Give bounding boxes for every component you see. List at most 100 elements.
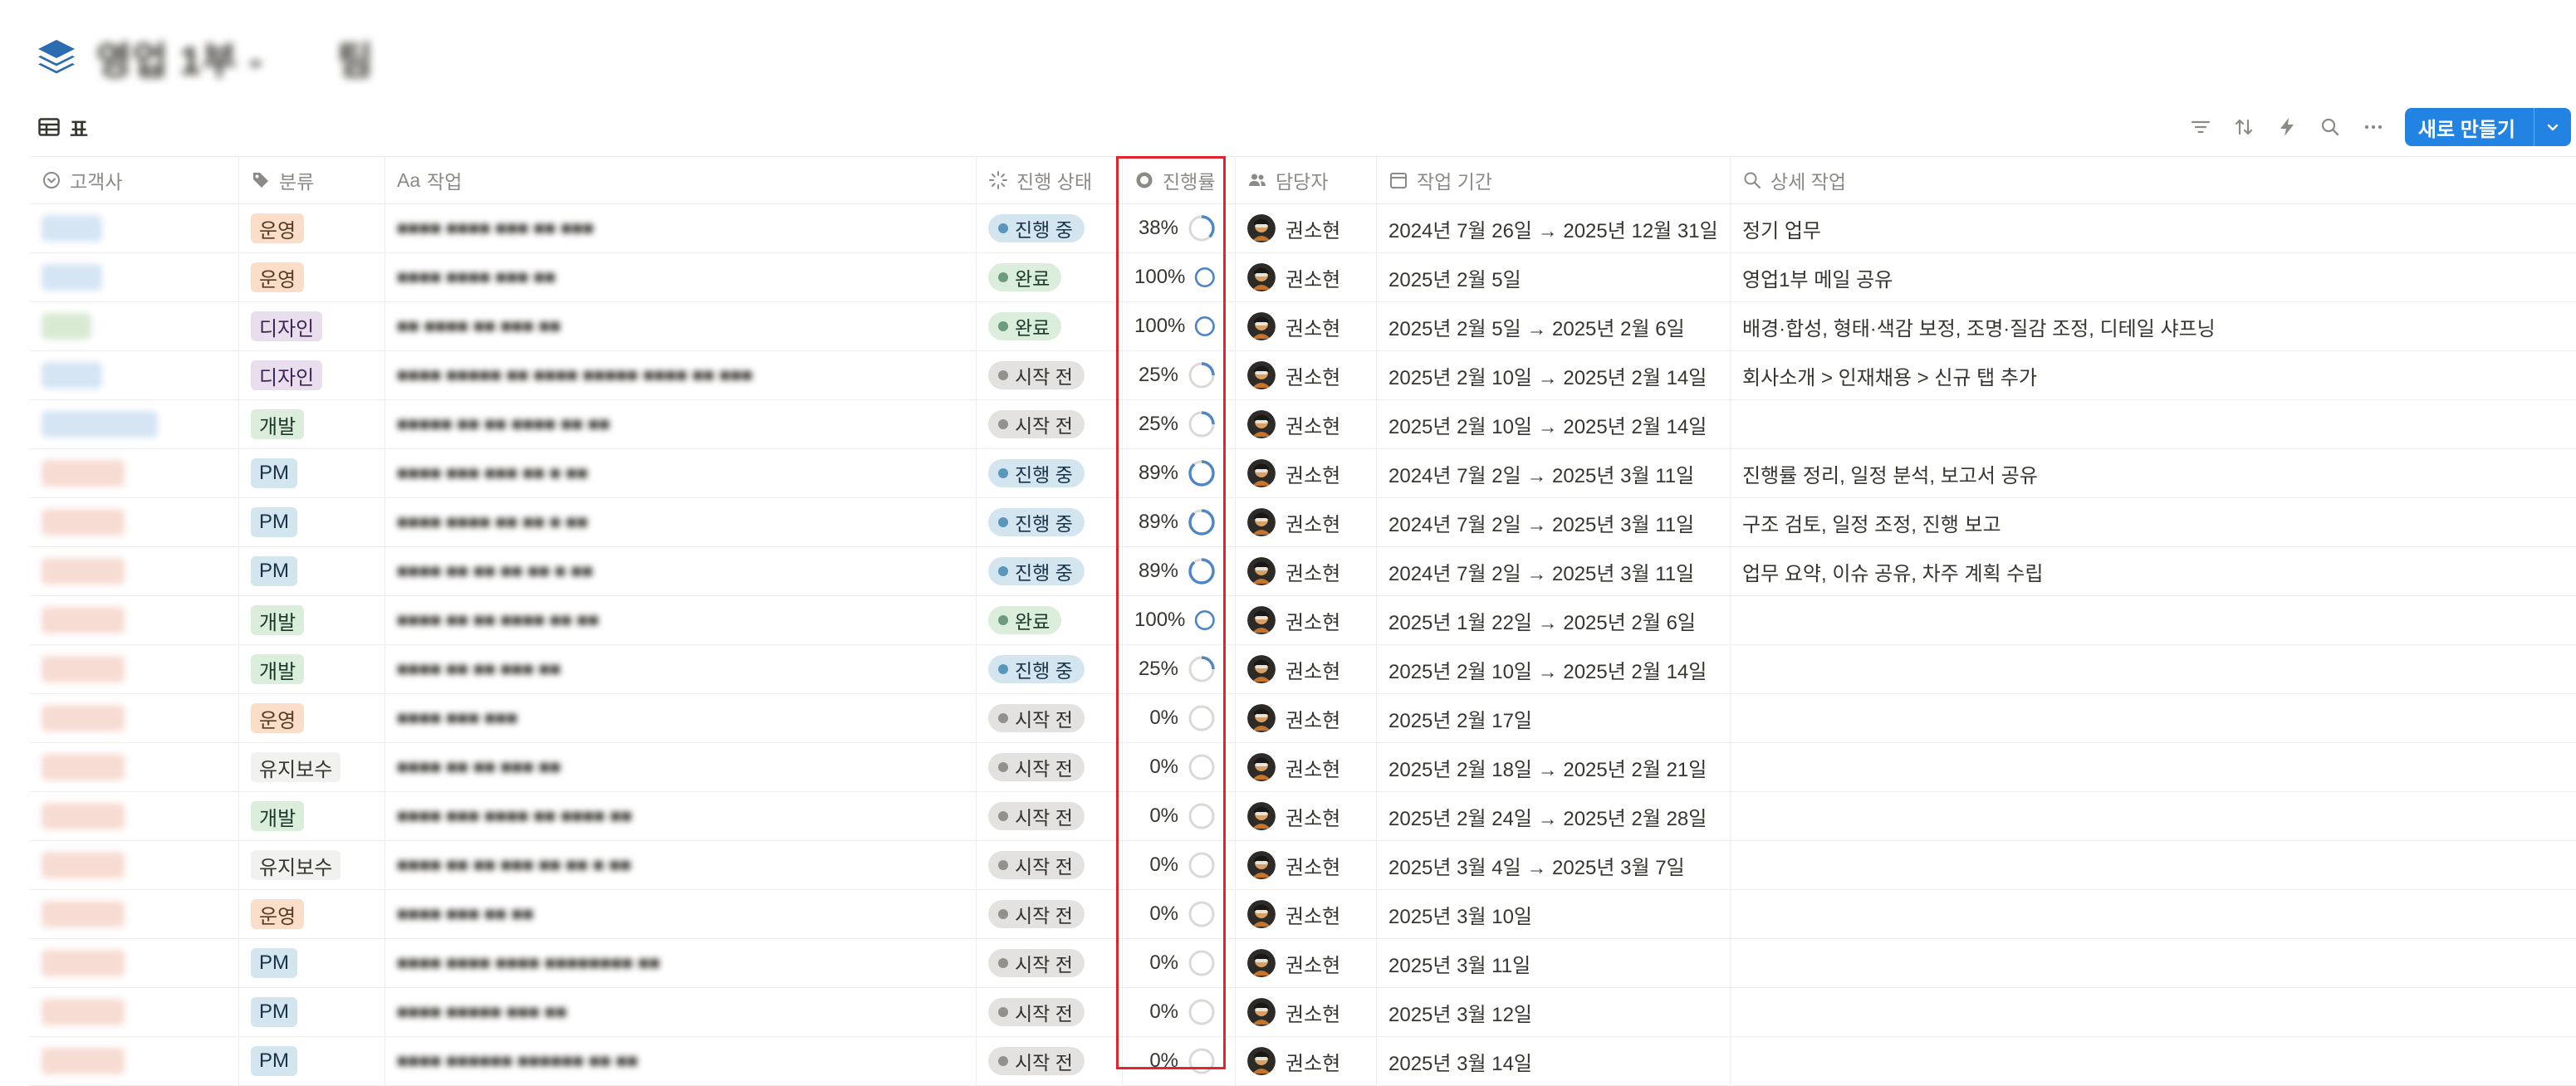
detail-cell[interactable]: 배경·합성, 형태·색감 보정, 조명·질감 조정, 디테일 샤프닝 xyxy=(1731,302,2576,350)
client-cell[interactable]: ■■■■■■ xyxy=(30,694,239,742)
progress-cell[interactable]: 0% xyxy=(1123,988,1236,1036)
task-cell[interactable]: ■■■■ ■■■ ■■■ ■■ ■ ■■ xyxy=(385,449,977,497)
search-button[interactable] xyxy=(2315,112,2345,142)
category-cell[interactable]: 개발 xyxy=(239,596,385,644)
more-button[interactable] xyxy=(2358,112,2388,142)
new-button-dropdown[interactable] xyxy=(2534,108,2571,146)
category-cell[interactable]: 디자인 xyxy=(239,302,385,350)
category-cell[interactable]: 디자인 xyxy=(239,351,385,399)
detail-cell[interactable] xyxy=(1731,694,2576,742)
category-cell[interactable]: 운영 xyxy=(239,253,385,301)
period-cell[interactable]: 2024년 7월 2일 → 2025년 3월 11일 xyxy=(1377,449,1731,497)
task-cell[interactable]: ■■■■ ■■■■ ■■■ ■■ ■■■ xyxy=(385,204,977,252)
category-cell[interactable]: 개발 xyxy=(239,792,385,840)
progress-cell[interactable]: 38% xyxy=(1123,204,1236,252)
table-row[interactable]: ■■■■■■ PM ■■■■ ■■■ ■■■ ■■ ■ ■■ 진행 중 89% xyxy=(30,449,2576,498)
progress-cell[interactable]: 100% xyxy=(1123,302,1236,350)
progress-cell[interactable]: 100% xyxy=(1123,596,1236,644)
status-cell[interactable]: 완료 xyxy=(977,253,1123,301)
status-cell[interactable]: 완료 xyxy=(977,596,1123,644)
owner-cell[interactable]: 권소현 xyxy=(1236,596,1377,644)
detail-cell[interactable] xyxy=(1731,890,2576,938)
period-cell[interactable]: 2025년 2월 10일 → 2025년 2월 14일 xyxy=(1377,351,1731,399)
table-row[interactable]: ■■■■■■ PM ■■■■ ■■■■■ ■■■ ■■ 시작 전 0% xyxy=(30,988,2576,1037)
table-row[interactable]: ■■■■■■ PM ■■■■ ■■■■ ■■ ■■ ■ ■■ 진행 중 89% xyxy=(30,498,2576,547)
progress-cell[interactable]: 0% xyxy=(1123,1037,1236,1085)
detail-cell[interactable]: 영업1부 메일 공유 xyxy=(1731,253,2576,301)
detail-cell[interactable] xyxy=(1731,939,2576,987)
category-cell[interactable]: 개발 xyxy=(239,645,385,693)
category-cell[interactable]: 운영 xyxy=(239,890,385,938)
category-cell[interactable]: 개발 xyxy=(239,400,385,448)
client-cell[interactable]: ■■■■■■ xyxy=(30,498,239,546)
period-cell[interactable]: 2025년 3월 11일 xyxy=(1377,939,1731,987)
progress-cell[interactable]: 0% xyxy=(1123,743,1236,791)
progress-cell[interactable]: 89% xyxy=(1123,547,1236,595)
table-row[interactable]: ■■■■ 운영 ■■■■ ■■■■ ■■■ ■■ 완료 100% xyxy=(30,253,2576,302)
task-cell[interactable]: ■■■■ ■■■■ ■■■ ■■ xyxy=(385,253,977,301)
client-cell[interactable]: ■■■ xyxy=(30,302,239,350)
period-cell[interactable]: 2025년 2월 24일 → 2025년 2월 28일 xyxy=(1377,792,1731,840)
status-cell[interactable]: 진행 중 xyxy=(977,645,1123,693)
progress-cell[interactable]: 100% xyxy=(1123,253,1236,301)
client-cell[interactable]: ■■■■■■ xyxy=(30,890,239,938)
client-cell[interactable]: ■■■■■■ xyxy=(30,1037,239,1085)
owner-cell[interactable]: 권소현 xyxy=(1236,253,1377,301)
column-header-owner[interactable]: 담당자 xyxy=(1236,157,1377,203)
progress-cell[interactable]: 0% xyxy=(1123,792,1236,840)
progress-cell[interactable]: 89% xyxy=(1123,449,1236,497)
category-cell[interactable]: 운영 xyxy=(239,694,385,742)
table-row[interactable]: ■■■■■■ PM ■■■■ ■■■■■■ ■■■■■■ ■■ ■■ 시작 전 … xyxy=(30,1037,2576,1086)
table-row[interactable]: ■■■■■■ 유지보수 ■■■■ ■■ ■■ ■■■ ■■ 시작 전 0% xyxy=(30,743,2576,792)
progress-cell[interactable]: 0% xyxy=(1123,841,1236,889)
status-cell[interactable]: 시작 전 xyxy=(977,351,1123,399)
detail-cell[interactable]: 구조 검토, 일정 조정, 진행 보고 xyxy=(1731,498,2576,546)
detail-cell[interactable]: 회사소개 > 인재채용 > 신규 탭 추가 xyxy=(1731,351,2576,399)
table-row[interactable]: ■■■■■■ 개발 ■■■■ ■■ ■■ ■■■■ ■■ ■■ 완료 100% xyxy=(30,596,2576,645)
detail-cell[interactable] xyxy=(1731,645,2576,693)
period-cell[interactable]: 2025년 3월 10일 xyxy=(1377,890,1731,938)
table-row[interactable]: ■■■■■■ 개발 ■■■■ ■■ ■■ ■■■ ■■ 진행 중 25% xyxy=(30,645,2576,694)
new-button[interactable]: 새로 만들기 xyxy=(2404,108,2571,146)
client-cell[interactable]: ■■■■■■ xyxy=(30,939,239,987)
table-row[interactable]: ■■■■■■ 운영 ■■■■ ■■■ ■■■ 시작 전 0% xyxy=(30,694,2576,743)
owner-cell[interactable]: 권소현 xyxy=(1236,841,1377,889)
category-cell[interactable]: PM xyxy=(239,1037,385,1085)
category-cell[interactable]: PM xyxy=(239,988,385,1036)
task-cell[interactable]: ■■■■ ■■ ■■ ■■■ ■■ xyxy=(385,743,977,791)
table-row[interactable]: ■■■■■■ PM ■■■■ ■■■■ ■■■■ ■■■■■■■■ ■■ 시작 … xyxy=(30,939,2576,988)
client-cell[interactable]: ■■■■■■ xyxy=(30,792,239,840)
sort-button[interactable] xyxy=(2229,112,2259,142)
category-cell[interactable]: PM xyxy=(239,498,385,546)
period-cell[interactable]: 2025년 2월 17일 xyxy=(1377,694,1731,742)
category-cell[interactable]: PM xyxy=(239,547,385,595)
owner-cell[interactable]: 권소현 xyxy=(1236,743,1377,791)
owner-cell[interactable]: 권소현 xyxy=(1236,204,1377,252)
client-cell[interactable]: ■■■■■■ xyxy=(30,743,239,791)
column-header-detail[interactable]: 상세 작업 xyxy=(1731,157,2576,203)
owner-cell[interactable]: 권소현 xyxy=(1236,939,1377,987)
owner-cell[interactable]: 권소현 xyxy=(1236,351,1377,399)
status-cell[interactable]: 시작 전 xyxy=(977,792,1123,840)
status-cell[interactable]: 진행 중 xyxy=(977,449,1123,497)
detail-cell[interactable]: 정기 업무 xyxy=(1731,204,2576,252)
progress-cell[interactable]: 25% xyxy=(1123,645,1236,693)
period-cell[interactable]: 2025년 2월 5일 → 2025년 2월 6일 xyxy=(1377,302,1731,350)
detail-cell[interactable] xyxy=(1731,1037,2576,1085)
automation-button[interactable] xyxy=(2272,112,2302,142)
period-cell[interactable]: 2024년 7월 26일 → 2025년 12월 31일 xyxy=(1377,204,1731,252)
progress-cell[interactable]: 89% xyxy=(1123,498,1236,546)
table-row[interactable]: ■■■■■■ 개발 ■■■■ ■■■ ■■■■ ■■ ■■■■ ■■ 시작 전 … xyxy=(30,792,2576,841)
task-cell[interactable]: ■■■■■ ■■ ■■ ■■■■ ■■ ■■ xyxy=(385,400,977,448)
status-cell[interactable]: 시작 전 xyxy=(977,743,1123,791)
progress-cell[interactable]: 0% xyxy=(1123,939,1236,987)
owner-cell[interactable]: 권소현 xyxy=(1236,694,1377,742)
task-cell[interactable]: ■■■■ ■■■ ■■■■ ■■ ■■■■ ■■ xyxy=(385,792,977,840)
detail-cell[interactable] xyxy=(1731,841,2576,889)
progress-cell[interactable]: 0% xyxy=(1123,694,1236,742)
category-cell[interactable]: PM xyxy=(239,939,385,987)
column-header-client[interactable]: 고객사 xyxy=(30,157,239,203)
view-tab-table[interactable]: 표 xyxy=(38,113,88,142)
table-row[interactable]: ■■■■■■ PM ■■■■ ■■ ■■ ■■ ■■ ■ ■■ 진행 중 89% xyxy=(30,547,2576,596)
period-cell[interactable]: 2025년 3월 14일 xyxy=(1377,1037,1731,1085)
